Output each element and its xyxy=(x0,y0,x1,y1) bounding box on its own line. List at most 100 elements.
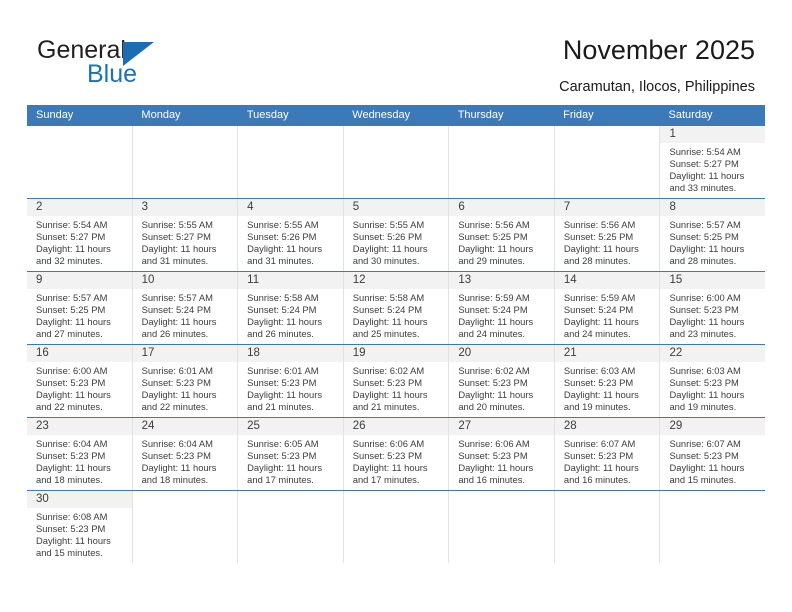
daylight-text-line1: Daylight: 11 hours xyxy=(141,388,217,400)
day-number xyxy=(449,126,554,143)
day-details: Sunrise: 6:05 AM Sunset: 5:23 PM Daylight:… xyxy=(238,435,343,486)
day-details: Sunrise: 5:57 AM Sunset: 5:24 PM Daylight:… xyxy=(133,289,238,340)
day-number xyxy=(449,491,554,508)
sunrise-text: Sunrise: 5:56 AM xyxy=(563,219,636,230)
sunset-text: Sunset: 5:24 PM xyxy=(458,303,528,315)
daylight-text-line1: Daylight: 11 hours xyxy=(352,242,428,254)
day-details: Sunrise: 5:57 AM Sunset: 5:25 PM Daylight:… xyxy=(660,216,765,267)
calendar-day-cell[interactable]: 11 Sunrise: 5:58 AM Sunset: 5:24 PM Dayligh… xyxy=(237,272,343,344)
day-number: 10 xyxy=(132,272,238,289)
daylight-text-line1: Daylight: 11 hours xyxy=(36,388,111,400)
calendar-day-cell[interactable]: 24 Sunrise: 6:04 AM Sunset: 5:23 PM Dayligh… xyxy=(131,418,238,490)
sunset-text: Sunset: 5:26 PM xyxy=(247,230,317,242)
day-number: 27 xyxy=(449,418,554,435)
daylight-text-line2: and 27 minutes. xyxy=(36,327,103,339)
day-details: Sunrise: 5:54 AM Sunset: 5:27 PM Daylight:… xyxy=(660,143,765,194)
sunset-text: Sunset: 5:25 PM xyxy=(36,303,106,315)
day-details: Sunrise: 5:55 AM Sunset: 5:26 PM Daylight:… xyxy=(238,216,343,267)
daylight-text-line2: and 19 minutes. xyxy=(669,400,737,412)
day-number xyxy=(132,491,238,508)
sunset-text: Sunset: 5:23 PM xyxy=(141,449,211,461)
calendar-day-cell[interactable]: 21 Sunrise: 6:03 AM Sunset: 5:23 PM Dayligh… xyxy=(553,345,660,417)
day-number xyxy=(238,491,343,508)
day-details: Sunrise: 6:00 AM Sunset: 5:23 PM Daylight:… xyxy=(27,362,132,413)
day-details: Sunrise: 6:06 AM Sunset: 5:23 PM Daylight:… xyxy=(449,435,554,486)
calendar-day-cell[interactable]: 26 Sunrise: 6:06 AM Sunset: 5:23 PM Dayligh… xyxy=(342,418,449,490)
calendar-day-cell[interactable]: 29 Sunrise: 6:07 AM Sunset: 5:23 PM Dayligh… xyxy=(659,418,766,490)
sunset-text: Sunset: 5:23 PM xyxy=(563,376,634,388)
daylight-text-line2: and 24 minutes. xyxy=(458,327,526,339)
daylight-text-line1: Daylight: 11 hours xyxy=(458,315,534,327)
sunrise-text: Sunrise: 6:00 AM xyxy=(36,365,108,376)
calendar-day-cell[interactable]: 20 Sunrise: 6:02 AM Sunset: 5:23 PM Dayligh… xyxy=(448,345,554,417)
day-details: Sunrise: 5:56 AM Sunset: 5:25 PM Daylight:… xyxy=(555,216,660,267)
day-number xyxy=(238,126,343,143)
calendar-day-cell[interactable]: 23 Sunrise: 6:04 AM Sunset: 5:23 PM Dayligh… xyxy=(27,418,132,490)
sunrise-text: Sunrise: 5:54 AM xyxy=(669,146,741,157)
day-number: 13 xyxy=(449,272,554,289)
calendar-day-cell[interactable]: 13 Sunrise: 5:59 AM Sunset: 5:24 PM Dayligh… xyxy=(448,272,554,344)
weekday-header-friday: Friday xyxy=(563,109,594,121)
daylight-text-line2: and 17 minutes. xyxy=(352,473,420,485)
page-title: November 2025 xyxy=(562,35,755,65)
calendar-day-cell[interactable]: 19 Sunrise: 6:02 AM Sunset: 5:23 PM Dayligh… xyxy=(342,345,449,417)
day-details: Sunrise: 6:04 AM Sunset: 5:23 PM Daylight:… xyxy=(27,435,132,486)
day-number: 1 xyxy=(660,126,766,143)
sunrise-text: Sunrise: 6:05 AM xyxy=(247,438,319,449)
daylight-text-line1: Daylight: 11 hours xyxy=(458,461,534,473)
day-number: 30 xyxy=(27,491,132,508)
calendar-day-cell[interactable]: 18 Sunrise: 6:01 AM Sunset: 5:23 PM Dayligh… xyxy=(237,345,343,417)
weekday-header-row: Sunday Monday Tuesday Wednesday Thursday… xyxy=(27,105,765,126)
calendar-day-cell[interactable]: 6 Sunrise: 5:56 AM Sunset: 5:25 PM Daylight… xyxy=(448,199,554,271)
sunrise-text: Sunrise: 5:58 AM xyxy=(247,292,319,303)
daylight-text-line2: and 26 minutes. xyxy=(141,327,209,339)
day-number: 6 xyxy=(449,199,554,216)
calendar-day-cell[interactable]: 22 Sunrise: 6:03 AM Sunset: 5:23 PM Dayligh… xyxy=(659,345,766,417)
calendar-day-cell[interactable]: 2 Sunrise: 5:54 AM Sunset: 5:27 PM Daylight… xyxy=(27,199,132,271)
calendar-day-cell[interactable]: 5 Sunrise: 5:55 AM Sunset: 5:26 PM Daylight… xyxy=(342,199,449,271)
daylight-text-line2: and 15 minutes. xyxy=(669,473,737,485)
calendar-day-cell-empty xyxy=(448,126,554,198)
daylight-text-line2: and 23 minutes. xyxy=(669,327,737,339)
day-details: Sunrise: 5:59 AM Sunset: 5:24 PM Daylight:… xyxy=(555,289,660,340)
weekday-header-saturday: Saturday xyxy=(668,109,713,121)
calendar-day-cell[interactable]: 10 Sunrise: 5:57 AM Sunset: 5:24 PM Dayligh… xyxy=(131,272,238,344)
sunrise-text: Sunrise: 5:56 AM xyxy=(458,219,530,230)
day-details: Sunrise: 5:58 AM Sunset: 5:24 PM Daylight:… xyxy=(238,289,343,340)
calendar-day-cell[interactable]: 3 Sunrise: 5:55 AM Sunset: 5:27 PM Daylight… xyxy=(131,199,238,271)
daylight-text-line2: and 16 minutes. xyxy=(563,473,631,485)
calendar-day-cell[interactable]: 9 Sunrise: 5:57 AM Sunset: 5:25 PM Daylight… xyxy=(27,272,132,344)
daylight-text-line1: Daylight: 11 hours xyxy=(352,388,428,400)
calendar-day-cell[interactable]: 30 Sunrise: 6:08 AM Sunset: 5:23 PM Dayligh… xyxy=(27,491,132,563)
calendar-day-cell[interactable]: 17 Sunrise: 6:01 AM Sunset: 5:23 PM Dayligh… xyxy=(131,345,238,417)
calendar-day-cell[interactable]: 16 Sunrise: 6:00 AM Sunset: 5:23 PM Dayligh… xyxy=(27,345,132,417)
sunset-text: Sunset: 5:23 PM xyxy=(36,376,106,388)
sunset-text: Sunset: 5:23 PM xyxy=(247,376,317,388)
calendar-day-cell[interactable]: 28 Sunrise: 6:07 AM Sunset: 5:23 PM Dayligh… xyxy=(553,418,660,490)
calendar-day-cell[interactable]: 7 Sunrise: 5:56 AM Sunset: 5:25 PM Daylight… xyxy=(553,199,660,271)
calendar-day-cell-empty xyxy=(342,126,449,198)
calendar-day-cell-empty xyxy=(131,491,238,563)
calendar-day-cell[interactable]: 27 Sunrise: 6:06 AM Sunset: 5:23 PM Dayligh… xyxy=(448,418,554,490)
page-header: General Blue November 2025 Caramutan, Il… xyxy=(0,0,792,98)
calendar-day-cell[interactable]: 8 Sunrise: 5:57 AM Sunset: 5:25 PM Daylight… xyxy=(659,199,766,271)
calendar-day-cell[interactable]: 14 Sunrise: 5:59 AM Sunset: 5:24 PM Dayligh… xyxy=(553,272,660,344)
general-blue-logo[interactable]: General Blue xyxy=(37,36,237,90)
calendar-day-cell[interactable]: 12 Sunrise: 5:58 AM Sunset: 5:24 PM Dayligh… xyxy=(342,272,449,344)
sunset-text: Sunset: 5:26 PM xyxy=(352,230,423,242)
calendar-day-cell[interactable]: 4 Sunrise: 5:55 AM Sunset: 5:26 PM Daylight… xyxy=(237,199,343,271)
day-details: Sunrise: 5:54 AM Sunset: 5:27 PM Daylight:… xyxy=(27,216,132,267)
calendar-day-cell[interactable]: 1 Sunrise: 5:54 AM Sunset: 5:27 PM Daylight… xyxy=(659,126,766,198)
sunrise-text: Sunrise: 5:55 AM xyxy=(141,219,213,230)
day-details: Sunrise: 6:06 AM Sunset: 5:23 PM Daylight:… xyxy=(344,435,449,486)
day-details: Sunrise: 6:07 AM Sunset: 5:23 PM Daylight:… xyxy=(555,435,660,486)
day-number xyxy=(660,491,766,508)
daylight-text-line2: and 21 minutes. xyxy=(352,400,420,412)
weekday-header-sunday: Sunday xyxy=(36,109,74,121)
daylight-text-line1: Daylight: 11 hours xyxy=(141,461,217,473)
daylight-text-line1: Daylight: 11 hours xyxy=(247,315,323,327)
sunset-text: Sunset: 5:27 PM xyxy=(141,230,211,242)
calendar-day-cell[interactable]: 25 Sunrise: 6:05 AM Sunset: 5:23 PM Dayligh… xyxy=(237,418,343,490)
weekday-header-monday: Monday xyxy=(141,109,181,121)
calendar-day-cell[interactable]: 15 Sunrise: 6:00 AM Sunset: 5:23 PM Dayligh… xyxy=(659,272,766,344)
